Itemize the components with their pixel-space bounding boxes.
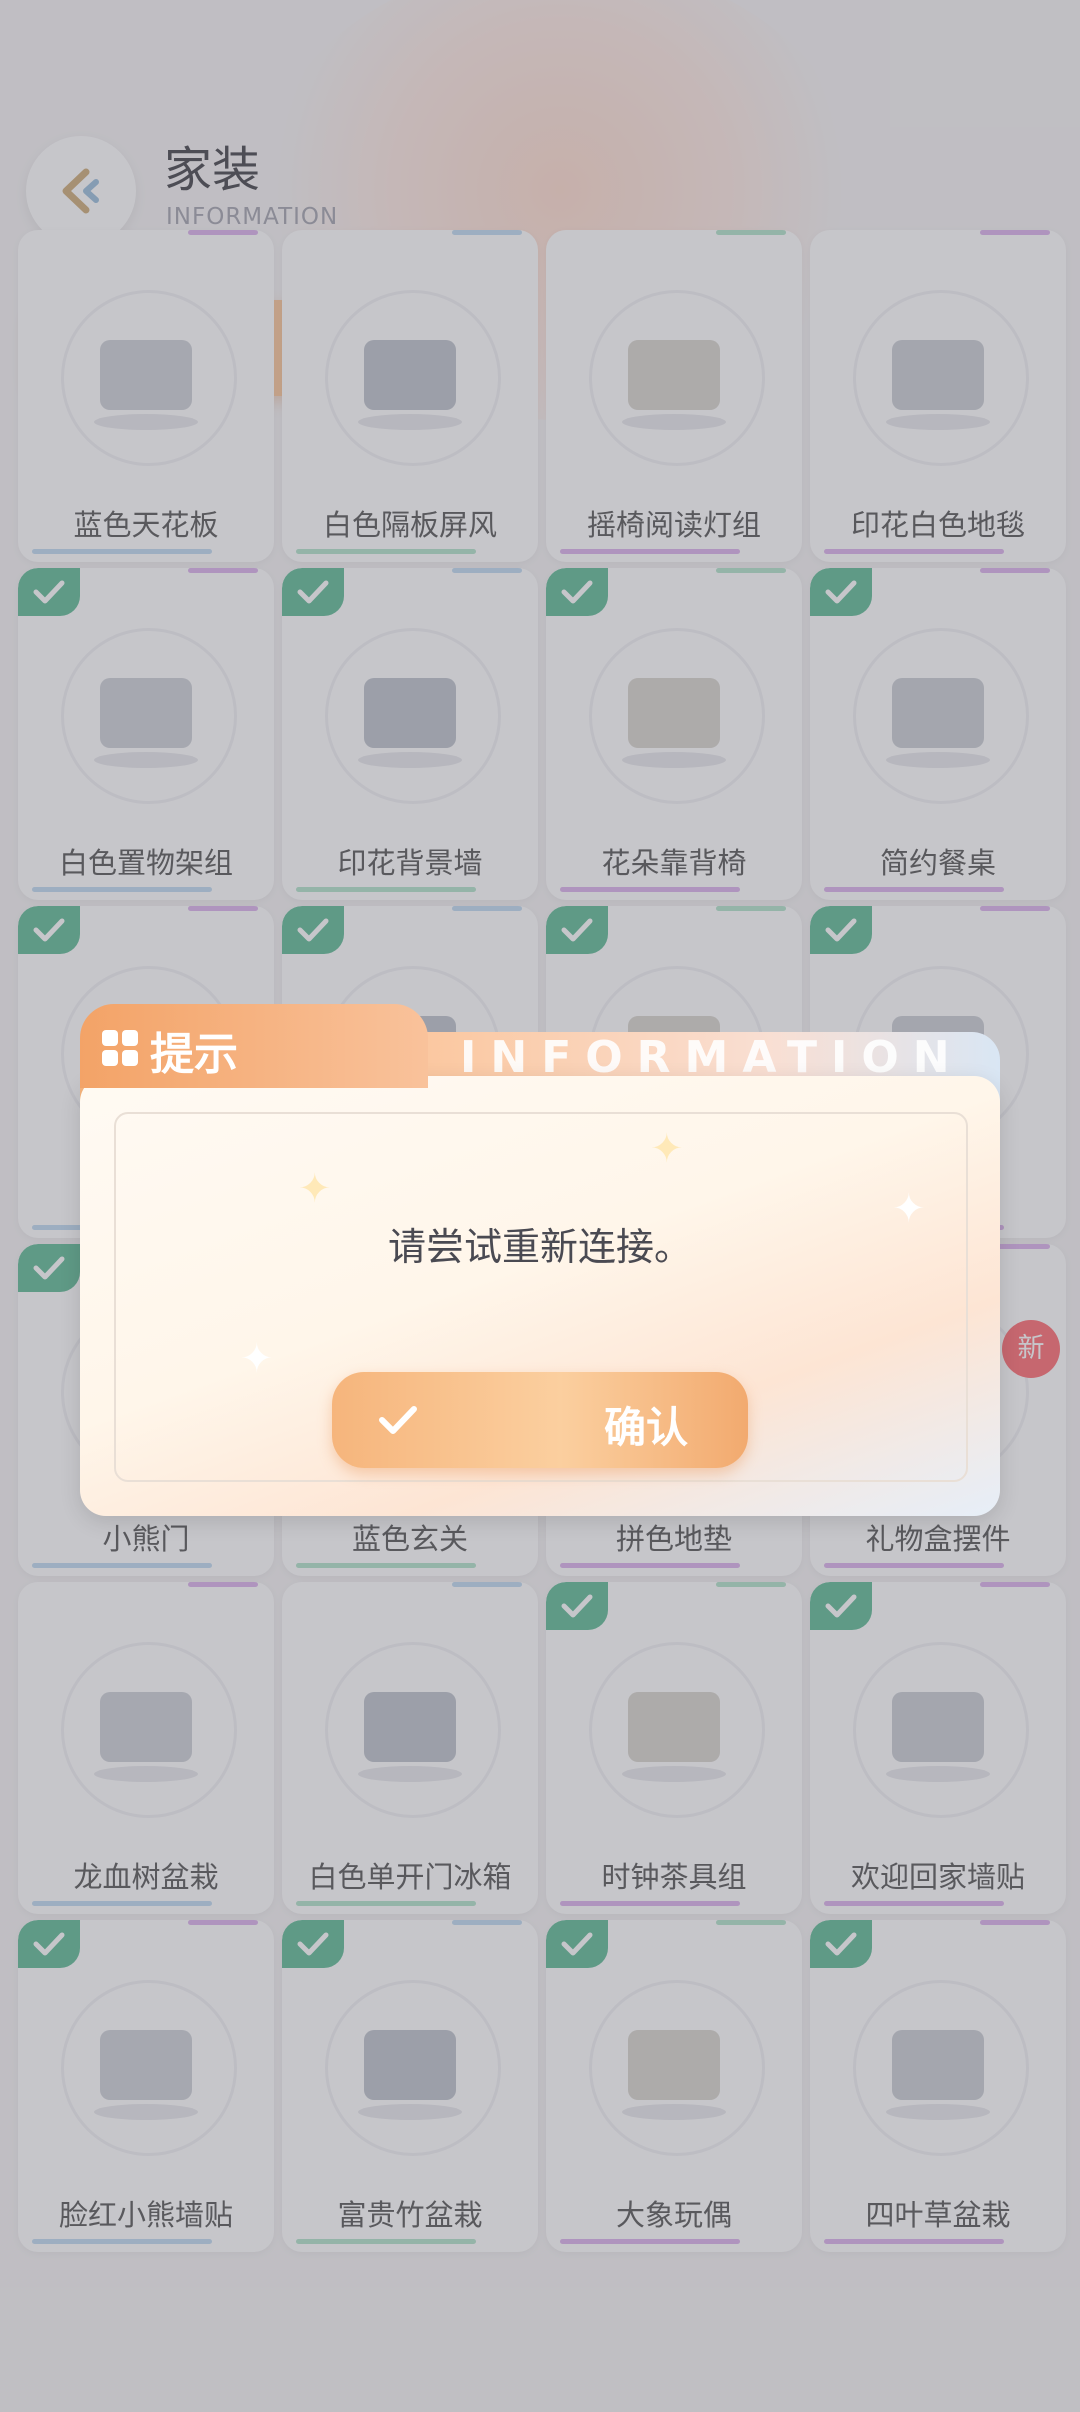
confirm-button[interactable]: 确认 [332,1372,748,1468]
alert-dialog: INFORMATION ✦ ✦ ✦ ✦ 请尝试重新连接。 确认 提示 [80,1004,1000,1516]
dialog-message: 请尝试重新连接。 [387,1225,692,1269]
dialog-title-tab: 提示 [80,1004,428,1088]
dialog-body: ✦ ✦ ✦ ✦ 请尝试重新连接。 确认 [80,1076,1000,1516]
check-icon [379,1406,417,1434]
sparkle-icon: ✦ [240,1336,274,1382]
grid-icon [102,1030,138,1066]
sparkle-icon: ✦ [298,1166,332,1212]
confirm-label: 确认 [604,1403,689,1452]
dialog-title: 提示 [150,1029,238,1080]
sparkle-icon: ✦ [650,1126,684,1172]
